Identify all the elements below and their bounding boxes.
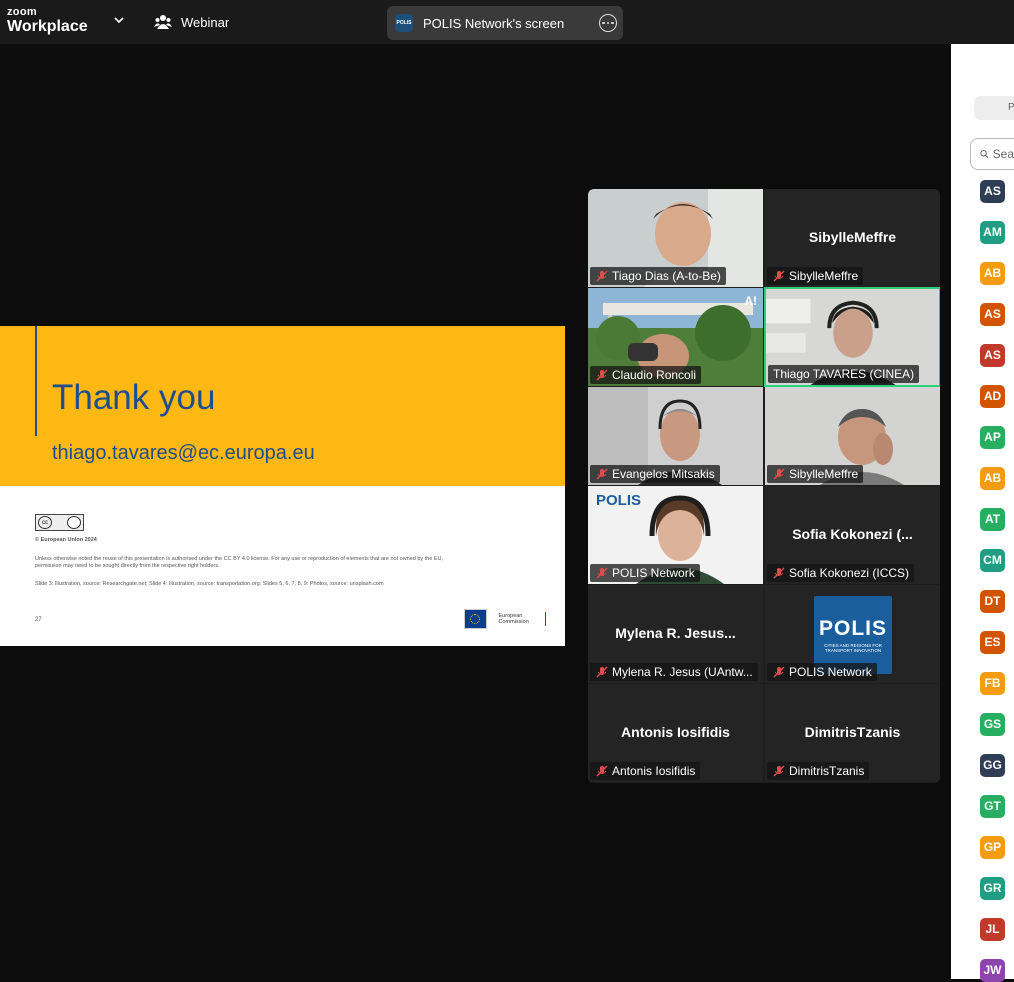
mic-muted-icon: [773, 666, 785, 678]
european-commission-logo: European Commission: [464, 608, 546, 630]
slide-divider: [35, 326, 37, 436]
participant-title: Mylena R. Jesus...: [615, 625, 736, 641]
mic-muted-icon: [773, 765, 785, 777]
participant-name: POLIS Network: [590, 564, 700, 582]
participant-title: SibylleMeffre: [808, 229, 897, 245]
polis-banner: POLIS: [596, 492, 642, 509]
polis-logo-subtitle: CITIES AND REGIONS FOR TRANSPORT INNOVAT…: [824, 643, 882, 653]
attendee-avatar[interactable]: AS: [980, 344, 1005, 367]
search-icon: [980, 150, 989, 158]
mic-muted-icon: [596, 468, 608, 480]
polis-logo-title: POLIS: [818, 617, 887, 640]
eu-flag-icon: [464, 609, 487, 629]
video-tile[interactable]: DimitrisTzanis DimitrisTzanis: [765, 684, 940, 782]
mic-muted-icon: [773, 468, 785, 480]
participant-name: Antonis Iosifidis: [590, 762, 701, 780]
mic-muted-icon: [596, 765, 608, 777]
cc-by-license-icon: cc: [35, 514, 84, 531]
shared-slide: Thank you thiago.tavares@ec.europa.eu cc…: [0, 326, 565, 646]
video-tile[interactable]: Antonis Iosifidis Antonis Iosifidis: [588, 684, 763, 782]
ai-badge: A!: [744, 294, 757, 308]
screen-share-pill[interactable]: POLIS POLIS Network's screen: [387, 6, 623, 40]
video-gallery: Tiago Dias (A-to-Be) SibylleMeffre Sibyl…: [588, 189, 940, 783]
attendee-avatar[interactable]: GP: [980, 836, 1005, 859]
mic-muted-icon: [596, 567, 608, 579]
top-bar: zoom Workplace Webinar POLIS POLIS Netwo…: [0, 0, 1014, 44]
participant-name: Claudio Roncoli: [590, 366, 702, 384]
attendee-avatar[interactable]: ES: [980, 631, 1005, 654]
participant-name: Thiago TAVARES (CINEA): [768, 365, 920, 383]
participant-name: SibylleMeffre: [767, 267, 864, 285]
participant-title: Antonis Iosifidis: [621, 724, 730, 740]
attendee-avatar[interactable]: GG: [980, 754, 1005, 777]
slide-sources: Slide 3: Illustration, source: Researchg…: [35, 581, 384, 587]
brand-top: zoom: [7, 6, 37, 18]
participant-name: Mylena R. Jesus (UAntw...: [590, 663, 758, 681]
mic-muted-icon: [773, 270, 785, 282]
panel-tab-button[interactable]: P: [974, 96, 1014, 120]
screen-share-label: POLIS Network's screen: [423, 15, 565, 31]
slide-page-number: 27: [35, 617, 42, 623]
participant-title: DimitrisTzanis: [804, 724, 901, 740]
participant-name: DimitrisTzanis: [767, 762, 870, 780]
slide-email: thiago.tavares@ec.europa.eu: [52, 442, 315, 464]
attendee-avatar[interactable]: GR: [980, 877, 1005, 900]
video-tile[interactable]: SibylleMeffre: [765, 387, 940, 485]
attendee-avatar[interactable]: AP: [980, 426, 1005, 449]
webinar-indicator: Webinar: [154, 13, 229, 31]
video-tile[interactable]: Sofia Kokonezi (... Sofia Kokonezi (ICCS…: [765, 486, 940, 584]
video-tile[interactable]: A! Claudio Roncoli: [588, 288, 763, 386]
mic-muted-icon: [773, 567, 785, 579]
attendee-avatar[interactable]: JL: [980, 918, 1005, 941]
webinar-label: Webinar: [181, 14, 230, 30]
participant-name: Evangelos Mitsakis: [590, 465, 720, 483]
brand-bottom: Workplace: [7, 18, 88, 35]
video-tile[interactable]: Evangelos Mitsakis: [588, 387, 763, 485]
video-tile[interactable]: POLIS POLIS Network: [588, 486, 763, 584]
people-icon: [154, 15, 172, 29]
attendee-avatar[interactable]: GT: [980, 795, 1005, 818]
participant-name: POLIS Network: [767, 663, 877, 681]
attendee-avatar[interactable]: AS: [980, 303, 1005, 326]
participant-name: SibylleMeffre: [767, 465, 864, 483]
participant-name: Sofia Kokonezi (ICCS): [767, 564, 915, 582]
video-tile[interactable]: SibylleMeffre SibylleMeffre: [765, 189, 940, 287]
slide-title: Thank you: [52, 378, 216, 417]
attendee-avatar[interactable]: AB: [980, 262, 1005, 285]
video-tile-active-speaker[interactable]: Thiago TAVARES (CINEA): [764, 287, 940, 387]
attendee-avatar[interactable]: AS: [980, 180, 1005, 203]
attendee-avatar[interactable]: FB: [980, 672, 1005, 695]
slide-copyright: © European Union 2024: [35, 537, 97, 543]
attendee-avatar[interactable]: DT: [980, 590, 1005, 613]
video-tile[interactable]: Tiago Dias (A-to-Be): [588, 189, 763, 287]
ec-label: European Commission: [498, 613, 529, 625]
chevron-down-icon[interactable]: [113, 14, 125, 26]
mic-muted-icon: [596, 270, 608, 282]
slide-license-note: Unless otherwise noted the reuse of this…: [35, 556, 444, 569]
zoom-workplace-logo: zoom Workplace: [7, 7, 88, 35]
video-tile[interactable]: POLIS CITIES AND REGIONS FOR TRANSPORT I…: [765, 585, 940, 683]
attendee-avatar[interactable]: AT: [980, 508, 1005, 531]
polis-logo-icon: POLIS: [395, 14, 413, 32]
mic-muted-icon: [596, 666, 608, 678]
attendee-avatar[interactable]: AB: [980, 467, 1005, 490]
attendee-avatar[interactable]: CM: [980, 549, 1005, 572]
attendee-avatar[interactable]: GS: [980, 713, 1005, 736]
participant-title: Sofia Kokonezi (...: [792, 526, 913, 542]
more-options-icon[interactable]: [599, 14, 617, 32]
mic-muted-icon: [596, 369, 608, 381]
attendee-avatar[interactable]: AM: [980, 221, 1005, 244]
search-input[interactable]: Sea: [970, 138, 1014, 170]
participants-panel: P Sea AS AM AB AS AS AD AP AB AT CM DT ES FB GS GG GT GP…: [951, 44, 1014, 982]
attendee-avatar[interactable]: AD: [980, 385, 1005, 408]
video-tile[interactable]: Mylena R. Jesus... Mylena R. Jesus (UAnt…: [588, 585, 763, 683]
search-placeholder: Sea: [992, 147, 1014, 161]
participant-name: Tiago Dias (A-to-Be): [590, 267, 726, 285]
